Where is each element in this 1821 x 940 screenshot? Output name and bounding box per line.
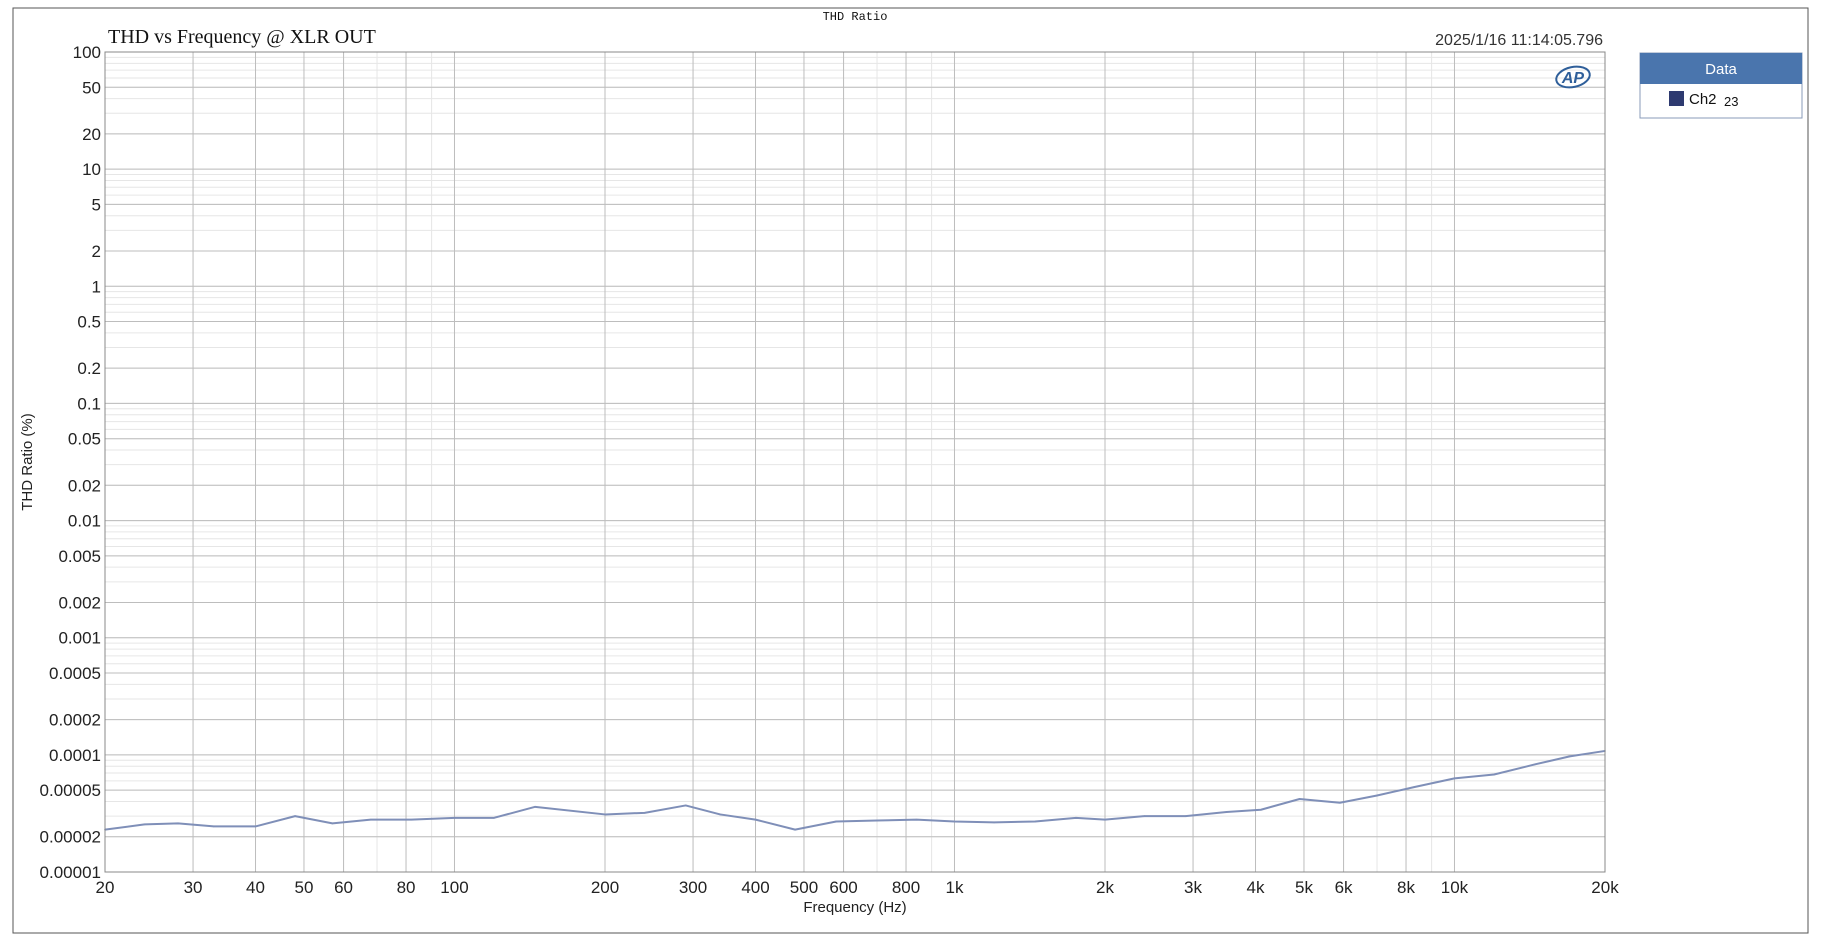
data-point: [1104, 818, 1106, 821]
legend-swatch-ch2: [1669, 91, 1684, 106]
data-point: [294, 815, 296, 817]
x-tick-label: 3k: [1184, 878, 1202, 897]
data-point: [331, 822, 334, 825]
x-tick-label: 40: [246, 878, 265, 897]
y-tick-label: 0.001: [58, 629, 101, 648]
y-tick-label: 100: [73, 43, 101, 62]
data-point: [1534, 763, 1536, 766]
y-axis-title: THD Ratio (%): [19, 413, 36, 511]
legend-sublabel-ch2: 23: [1724, 94, 1738, 109]
ap-logo-text: AP: [1561, 70, 1585, 87]
x-tick-label: 5k: [1295, 878, 1313, 897]
y-tick-label: 0.2: [77, 359, 101, 378]
y-tick-label: 0.0005: [49, 664, 101, 683]
y-tick-label: 0.005: [58, 547, 101, 566]
x-tick-label: 20k: [1591, 878, 1619, 897]
data-point: [1034, 820, 1036, 823]
x-tick-label: 10k: [1441, 878, 1469, 897]
y-tick-label: 0.0001: [49, 746, 101, 765]
x-tick-label: 6k: [1335, 878, 1353, 897]
legend-label-ch2: Ch2: [1689, 91, 1717, 108]
y-tick-label: 0.00005: [40, 781, 101, 800]
data-point: [993, 821, 995, 824]
data-point: [1453, 777, 1456, 780]
data-point: [1298, 798, 1301, 800]
y-tick-label: 0.1: [77, 394, 101, 413]
y-tick-label: 0.05: [68, 430, 101, 449]
chart-title: THD vs Frequency @ XLR OUT: [108, 26, 376, 48]
data-point: [1184, 815, 1187, 817]
x-tick-label: 800: [892, 878, 920, 897]
data-point: [835, 820, 837, 823]
data-point: [794, 828, 796, 831]
legend-header-label: Data: [1705, 61, 1737, 78]
data-point: [915, 818, 918, 821]
data-point: [643, 812, 646, 814]
data-point: [1568, 755, 1571, 758]
y-tick-label: 0.00001: [40, 863, 101, 882]
data-point: [754, 818, 757, 821]
data-point: [534, 806, 536, 808]
y-tick-label: 1: [92, 277, 101, 296]
data-point: [1493, 773, 1495, 776]
x-tick-label: 600: [829, 878, 857, 897]
x-tick-label: 200: [591, 878, 619, 897]
data-point: [1143, 815, 1146, 817]
y-tick-label: 10: [82, 160, 101, 179]
x-tick-label: 300: [679, 878, 707, 897]
x-tick-label: 400: [741, 878, 769, 897]
x-tick-label: 4k: [1247, 878, 1265, 897]
y-tick-label: 0.02: [68, 476, 101, 495]
x-tick-label: 60: [334, 878, 353, 897]
y-tick-label: 5: [92, 195, 101, 214]
data-point: [1339, 801, 1341, 804]
y-tick-label: 0.002: [58, 593, 101, 612]
timestamp: 2025/1/16 11:14:05.796: [1435, 32, 1603, 49]
data-point: [177, 822, 179, 825]
chart-window: THD Ratio THD vs Frequency @ XLR OUT 202…: [0, 0, 1821, 935]
data-point: [1376, 794, 1378, 797]
y-tick-label: 2: [92, 242, 101, 261]
y-tick-label: 0.5: [77, 313, 101, 332]
y-tick-labels: 100 50 20 10 5 2 1 0.5 0.2 0.1 0.05 0.02 0.01 0.005 0.…: [40, 43, 101, 882]
data-point: [410, 818, 413, 821]
y-tick-label: 0.01: [68, 512, 101, 531]
x-tick-label: 30: [184, 878, 203, 897]
data-point: [684, 804, 687, 807]
data-point: [1260, 808, 1262, 811]
x-tick-label: 500: [790, 878, 818, 897]
x-axis-title: Frequency (Hz): [803, 899, 906, 916]
y-tick-label: 50: [82, 78, 101, 97]
data-point: [493, 817, 495, 819]
data-point: [453, 817, 456, 819]
window-title: THD Ratio: [823, 10, 888, 24]
x-tick-label: 1k: [946, 878, 964, 897]
data-point: [212, 825, 215, 828]
data-point: [1225, 811, 1228, 813]
legend: Data Ch2 23: [1639, 52, 1803, 119]
data-point: [1413, 786, 1415, 788]
data-point: [604, 813, 606, 816]
data-point: [719, 813, 722, 816]
data-point: [953, 820, 956, 823]
y-tick-label: 20: [82, 125, 101, 144]
data-point: [369, 818, 372, 821]
x-tick-label: 100: [440, 878, 468, 897]
y-tick-label: 0.0002: [49, 711, 101, 730]
thd-chart: THD Ratio THD vs Frequency @ XLR OUT 202…: [12, 7, 1809, 934]
x-tick-label: 2k: [1096, 878, 1114, 897]
data-point: [143, 823, 146, 826]
data-point: [254, 825, 257, 828]
x-tick-labels: 20 30 40 50 60 80 100 200 300 400 500 600 800 1k 2k 3k 4…: [96, 878, 1620, 897]
x-tick-label: 8k: [1397, 878, 1415, 897]
data-point: [1075, 817, 1077, 819]
x-tick-label: 50: [295, 878, 314, 897]
x-tick-label: 80: [397, 878, 416, 897]
y-tick-label: 0.00002: [40, 828, 101, 847]
data-point: [876, 819, 878, 822]
